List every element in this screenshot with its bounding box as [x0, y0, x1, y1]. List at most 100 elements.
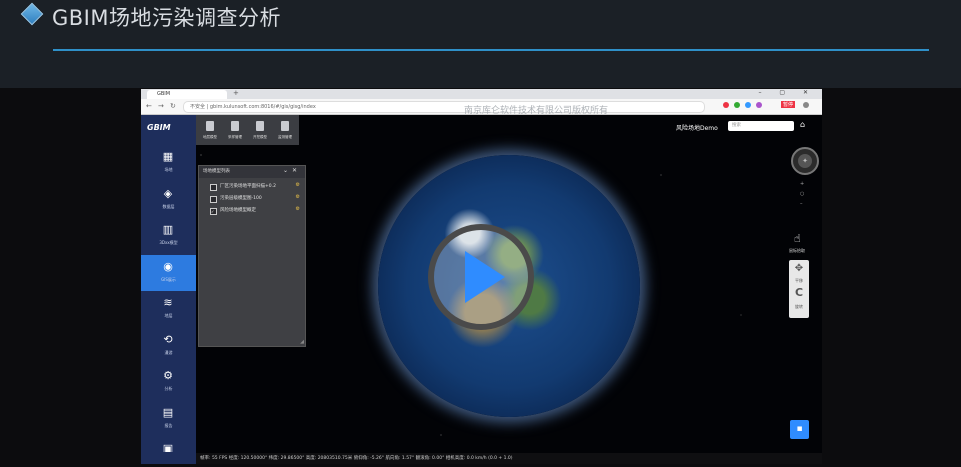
settings-icon[interactable]: ⚙: [296, 182, 300, 188]
sidebar-item-label: 漫游: [164, 349, 173, 355]
list-item-label: 污染层级模型图-100: [220, 196, 262, 201]
toolbar-button-label: 监测管理: [278, 135, 292, 139]
rotate-label: 旋转: [795, 304, 803, 309]
address-bar: ← → ↻ 不安全 | gbim.kulunsoft.com:8016/#/gi…: [141, 99, 822, 116]
sidebar-item-label: GIS展示: [161, 276, 176, 282]
reload-icon[interactable]: ↻: [170, 102, 176, 110]
tool-icon: [231, 121, 239, 131]
tool-icon: [281, 121, 289, 131]
resize-handle-icon[interactable]: ◢: [300, 339, 304, 345]
home-icon[interactable]: ⌂: [800, 120, 805, 129]
extension-badge[interactable]: 暂停: [781, 101, 796, 108]
browser-tab[interactable]: GBIM: [147, 90, 227, 99]
strata-icon: ≋: [163, 296, 173, 309]
status-bar: 帧率: 55 FPS 经度: 120.50000° 纬度: 29.86500° …: [196, 453, 822, 464]
settings-icon[interactable]: ⚙: [296, 194, 300, 200]
new-tab-icon[interactable]: +: [233, 89, 239, 97]
diamond-bullet-icon: [20, 2, 44, 26]
url-input[interactable]: 不安全 | gbim.kulunsoft.com:8016/#/gis/gisg…: [183, 101, 705, 116]
back-icon[interactable]: ←: [146, 102, 152, 110]
chat-icon[interactable]: ▪: [790, 420, 809, 439]
globe-icon: ◉: [163, 259, 173, 273]
search-input[interactable]: 搜索: [728, 121, 794, 131]
top-toolbar: 地层模型 采样管理 开挖模型 监测管理: [196, 115, 299, 145]
settings-icon[interactable]: ⚙: [296, 206, 300, 212]
sidebar-footer: [141, 452, 196, 464]
layers-icon: ◈: [163, 186, 173, 200]
browser-tabbar: GBIM + – ▢ ✕: [141, 89, 822, 99]
avatar[interactable]: [803, 102, 809, 108]
pan-icon[interactable]: ✥: [789, 263, 809, 274]
sidebar-item[interactable]: ⟲ 漫游: [141, 328, 196, 364]
toolbar-button-label: 开挖模型: [253, 135, 267, 139]
roam-icon: ⟲: [163, 332, 173, 346]
building-icon: ▦: [162, 150, 174, 163]
sidebar-item[interactable]: ◈ 数据层: [141, 182, 196, 218]
video-player[interactable]: GBIM + – ▢ ✕ ← → ↻ 不安全 | gbim.kulunsoft.…: [0, 88, 961, 467]
checkbox[interactable]: ✓: [210, 208, 217, 215]
toolbar-button[interactable]: 监测管理: [273, 118, 297, 144]
toolbar-button-label: 地层模型: [203, 135, 217, 139]
model-list-panel: 场地模型列表 ⌄✕ 厂区污染场地平面扫描+0.2 ⚙ 污染层级模型图-100 ⚙ ✓ 风险…: [198, 165, 306, 347]
sidebar-item-label: 报告: [164, 422, 173, 428]
compass-control[interactable]: ✦: [791, 147, 819, 175]
panel-header: 场地模型列表 ⌄✕: [199, 166, 305, 178]
navigation-controls: ✥ 平移 C 旋转: [789, 260, 809, 318]
sidebar-item[interactable]: ⚙ 分析: [141, 364, 196, 400]
panel-title: 场地模型列表: [203, 169, 230, 174]
zoom-in-icon[interactable]: +: [800, 181, 804, 187]
toolbar-button[interactable]: 地层模型: [198, 118, 222, 144]
rotate-icon[interactable]: C: [789, 286, 809, 299]
list-item[interactable]: ✓ 风险场地模型概定 ⚙: [210, 206, 300, 216]
url-text: 不安全 | gbim.kulunsoft.com:8016/#/gis/gisg…: [190, 104, 316, 110]
extension-icon[interactable]: [734, 102, 740, 108]
status-text: 帧率: 55 FPS 经度: 120.50000° 纬度: 29.86500° …: [200, 456, 513, 461]
checkbox[interactable]: [210, 184, 217, 191]
zoom-reset-icon[interactable]: ○: [800, 191, 804, 197]
pan-label: 平移: [795, 278, 803, 283]
sidebar-item-label: 地层: [164, 313, 173, 318]
extension-icon[interactable]: [756, 102, 762, 108]
report-icon: ▤: [162, 405, 174, 419]
sidebar-item-label: 数据层: [162, 203, 175, 209]
list-item[interactable]: 污染层级模型图-100 ⚙: [210, 194, 300, 204]
list-item-label: 风险场地模型概定: [220, 208, 256, 213]
extension-icon[interactable]: [723, 102, 729, 108]
checkbox[interactable]: [210, 196, 217, 203]
sidebar-item[interactable]: ◉ GIS展示: [141, 254, 196, 291]
play-icon[interactable]: [465, 251, 505, 303]
slide-header: GBIM场地污染调查分析: [0, 0, 961, 88]
sidebar-item[interactable]: ▦ 场地: [141, 145, 196, 181]
toolbar-button[interactable]: 开挖模型: [248, 118, 272, 144]
sidebar-item[interactable]: ▥ 3Dxx模型: [141, 218, 196, 254]
slide-title: GBIM场地污染调查分析: [52, 6, 281, 30]
compass-icon: ✦: [798, 154, 812, 168]
tool-icon: [206, 121, 214, 131]
analysis-icon: ⚙: [163, 369, 173, 382]
sidebar-item[interactable]: ≋ 地层: [141, 291, 196, 327]
app-logo: GBIM: [147, 123, 171, 132]
list-item-label: 厂区污染场地平面扫描+0.2: [220, 184, 276, 189]
scene-name: 风险场地Demo: [676, 125, 718, 132]
zoom-out-icon[interactable]: –: [800, 201, 803, 207]
gbim-app: GBIM ▦场地◈数据层▥3Dxx模型◉GIS展示≋地层⟲漫游⚙分析▤报告▣项目…: [141, 115, 822, 464]
sidebar-item-label: 3Dxx模型: [159, 240, 178, 245]
browser-screenshot: GBIM + – ▢ ✕ ← → ↻ 不安全 | gbim.kulunsoft.…: [141, 89, 822, 464]
panel-controls[interactable]: ⌄✕: [283, 167, 301, 174]
pointer-hand-icon[interactable]: ☝: [794, 232, 801, 245]
sidebar: GBIM ▦场地◈数据层▥3Dxx模型◉GIS展示≋地层⟲漫游⚙分析▤报告▣项目…: [141, 115, 196, 464]
list-item[interactable]: 厂区污染场地平面扫描+0.2 ⚙: [210, 182, 300, 192]
pointer-label: 鼠标拾取: [789, 248, 805, 253]
tool-icon: [256, 121, 264, 131]
toolbar-button-label: 采样管理: [228, 135, 242, 139]
model-icon: ▥: [162, 223, 174, 236]
forward-icon[interactable]: →: [158, 102, 164, 110]
extension-icon[interactable]: [745, 102, 751, 108]
title-underline: [53, 49, 929, 51]
sidebar-item-label: 场地: [164, 167, 173, 172]
search-placeholder: 搜索: [732, 123, 741, 128]
sidebar-item-label: 分析: [164, 386, 173, 391]
sidebar-item[interactable]: ▤ 报告: [141, 401, 196, 437]
window-controls[interactable]: – ▢ ✕: [758, 89, 816, 96]
toolbar-button[interactable]: 采样管理: [223, 118, 247, 144]
